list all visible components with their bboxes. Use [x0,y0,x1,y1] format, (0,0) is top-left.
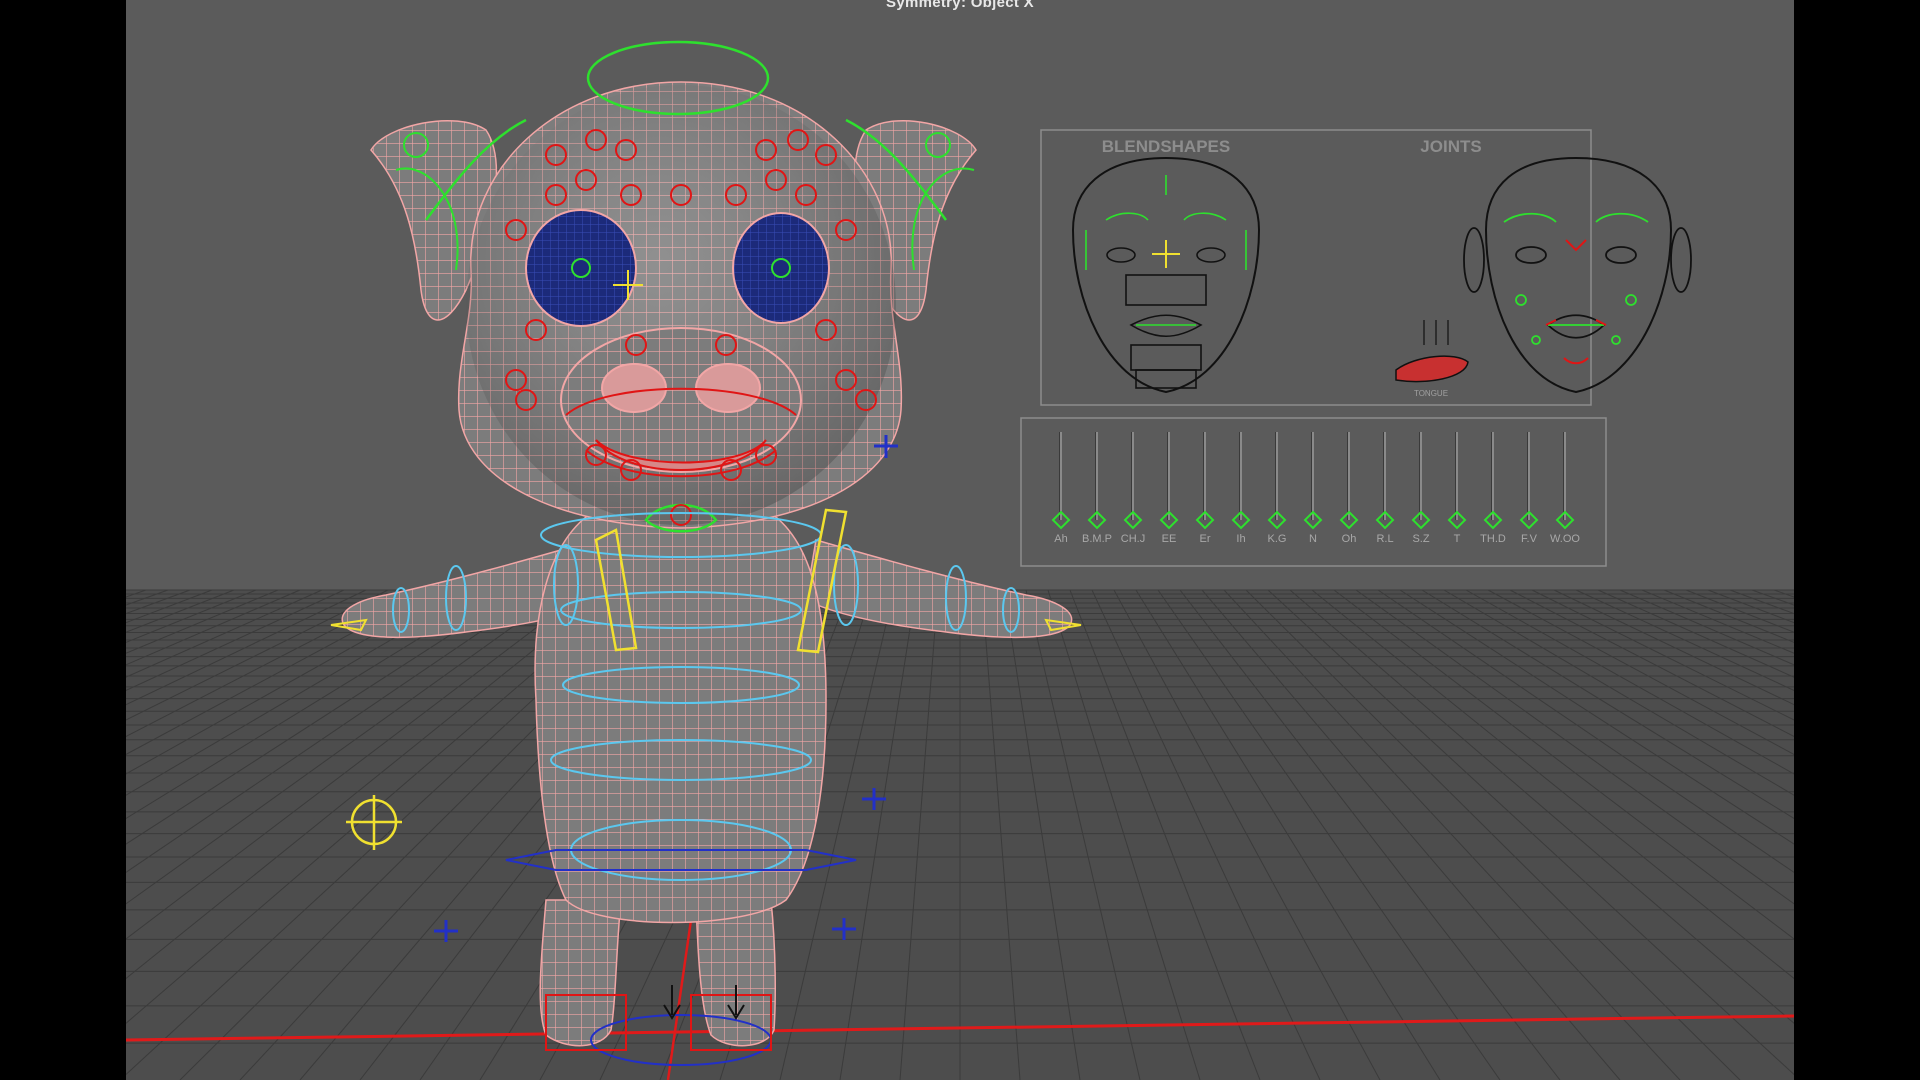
slider-label: N [1309,533,1317,545]
slider-label: F.V [1521,533,1538,545]
viewport-background [126,0,1794,590]
slider-label: CH.J [1121,533,1145,545]
tongue-label: TONGUE [1414,389,1448,398]
right-leg [695,899,776,1047]
slider-label: B.M.P [1082,533,1112,545]
slider-label: T [1454,533,1461,545]
right-nostril [695,363,761,413]
right-pupil [771,258,791,278]
symmetry-indicator: Symmetry: Object X [886,0,1034,11]
slider-label: EE [1162,533,1177,545]
slider-label: Oh [1342,533,1357,545]
left-leg [539,899,622,1047]
slider-label: K.G [1268,533,1287,545]
blendshapes-label: BLENDSHAPES [1102,137,1230,156]
joints-label: JOINTS [1420,137,1481,156]
slider-label: W.OO [1550,533,1580,545]
slider-label: Er [1200,533,1211,545]
slider-label: Ih [1236,533,1245,545]
slider-label: Ah [1054,533,1067,545]
left-pupil [571,258,591,278]
slider-label: S.Z [1412,533,1429,545]
slider-label: R.L [1376,533,1393,545]
left-nostril [601,363,667,413]
3d-viewport[interactable]: BLENDSHAPES JOINTS TONGUE Ah B.M.P CH.J … [126,0,1794,1080]
slider-label: TH.D [1480,533,1506,545]
